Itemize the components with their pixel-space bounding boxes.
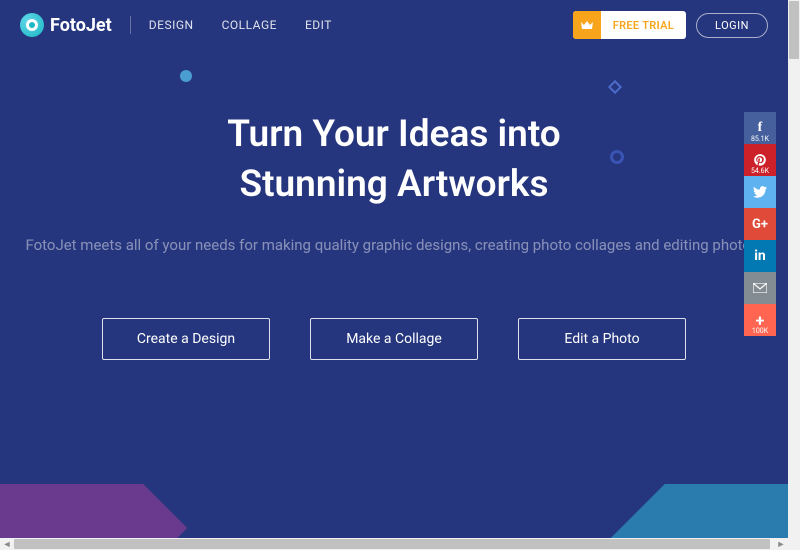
hero-title-line2: Stunning Artworks	[0, 160, 788, 210]
hero-section: Turn Your Ideas into Stunning Artworks F…	[0, 50, 788, 360]
social-email-button[interactable]	[744, 272, 776, 304]
nav-link-design[interactable]: DESIGN	[149, 18, 194, 32]
horizontal-scrollbar-thumb[interactable]	[14, 539, 770, 549]
social-twitter-button[interactable]	[744, 176, 776, 208]
scroll-right-arrow-icon[interactable]: ►	[775, 538, 787, 550]
logo-text: FotoJet	[50, 15, 112, 36]
social-addthis-button[interactable]: + 100K	[744, 304, 776, 336]
googleplus-icon: G+	[752, 217, 768, 232]
addthis-count: 100K	[752, 328, 768, 335]
navbar: FotoJet DESIGN COLLAGE EDIT FREE TRIAL L…	[0, 0, 788, 50]
crown-icon	[573, 11, 601, 39]
vertical-scrollbar[interactable]	[788, 0, 800, 538]
vertical-scrollbar-thumb[interactable]	[789, 1, 799, 59]
cta-make-collage-button[interactable]: Make a Collage	[310, 318, 478, 360]
facebook-count: 85.1K	[751, 136, 769, 143]
social-linkedin-button[interactable]: in	[744, 240, 776, 272]
cta-create-design-button[interactable]: Create a Design	[102, 318, 270, 360]
nav-divider	[130, 16, 131, 34]
login-button[interactable]: LOGIN	[696, 13, 768, 38]
social-pinterest-button[interactable]: 54.6K	[744, 144, 776, 176]
logo-swirl-icon	[20, 13, 44, 37]
free-trial-label: FREE TRIAL	[601, 19, 686, 32]
twitter-icon	[753, 186, 767, 198]
pinterest-count: 54.6K	[751, 168, 769, 175]
nav-links: DESIGN COLLAGE EDIT	[149, 18, 332, 32]
cta-edit-photo-button[interactable]: Edit a Photo	[518, 318, 686, 360]
scroll-left-arrow-icon[interactable]: ◄	[1, 538, 13, 550]
stripe-right-decor	[611, 484, 788, 538]
nav-actions: FREE TRIAL LOGIN	[573, 11, 768, 39]
hero-title-line1: Turn Your Ideas into	[0, 110, 788, 160]
logo[interactable]: FotoJet	[20, 13, 112, 37]
stripe-left-decor	[0, 484, 187, 538]
free-trial-button[interactable]: FREE TRIAL	[573, 11, 686, 39]
hero-title: Turn Your Ideas into Stunning Artworks	[0, 110, 788, 210]
hero-subtitle: FotoJet meets all of your needs for maki…	[0, 236, 788, 254]
linkedin-icon: in	[754, 248, 766, 264]
nav-link-edit[interactable]: EDIT	[305, 18, 332, 32]
horizontal-scrollbar[interactable]: ◄ ►	[0, 538, 800, 550]
pinterest-icon	[753, 153, 767, 167]
facebook-icon: f	[758, 120, 763, 136]
page-hero: FotoJet DESIGN COLLAGE EDIT FREE TRIAL L…	[0, 0, 788, 538]
cta-row: Create a Design Make a Collage Edit a Ph…	[0, 318, 788, 360]
social-googleplus-button[interactable]: G+	[744, 208, 776, 240]
social-facebook-button[interactable]: f 85.1K	[744, 112, 776, 144]
nav-link-collage[interactable]: COLLAGE	[222, 18, 277, 32]
email-icon	[753, 283, 767, 293]
social-rail: f 85.1K 54.6K G+ in + 100K	[744, 112, 776, 336]
footer-stripe	[0, 484, 788, 538]
